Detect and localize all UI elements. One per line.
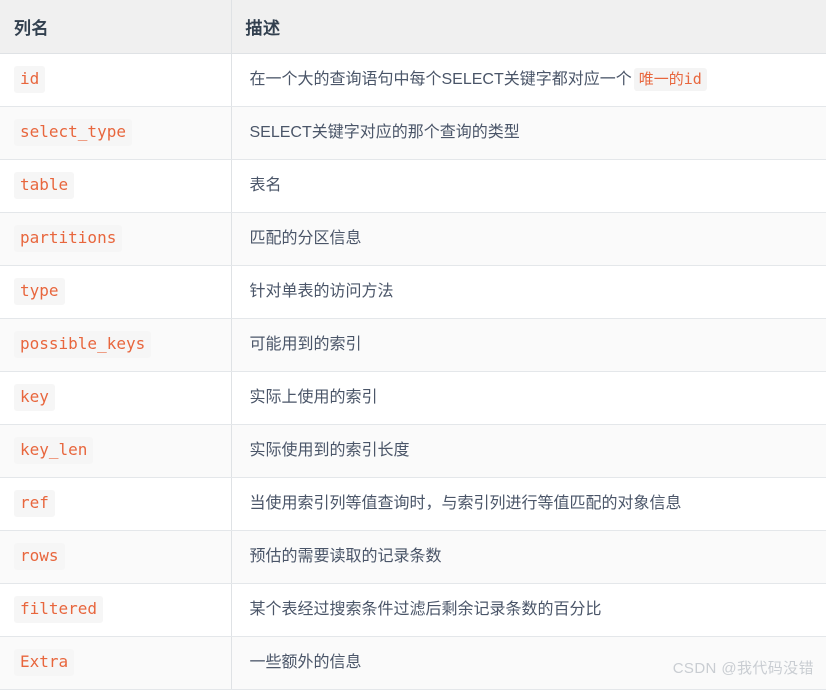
description-text: 表名 (250, 177, 282, 194)
cell-description: 当使用索引列等值查询时，与索引列进行等值匹配的对象信息 (231, 477, 826, 530)
cell-column-name: Extra (0, 636, 231, 689)
table-row: possible_keys 可能用到的索引 (0, 318, 826, 371)
cell-description: 一些额外的信息 (231, 636, 826, 689)
table-row: select_type SELECT关键字对应的那个查询的类型 (0, 106, 826, 159)
table-header: 列名 描述 (0, 0, 826, 53)
table-row: key_len 实际使用到的索引长度 (0, 424, 826, 477)
cell-column-name: type (0, 265, 231, 318)
table-header-row: 列名 描述 (0, 0, 826, 53)
description-text: 针对单表的访问方法 (250, 283, 394, 300)
column-name-code: table (14, 172, 74, 198)
cell-column-name: partitions (0, 212, 231, 265)
table-row: partitions 匹配的分区信息 (0, 212, 826, 265)
column-name-code: id (14, 66, 45, 92)
cell-column-name: table (0, 159, 231, 212)
table-row: type 针对单表的访问方法 (0, 265, 826, 318)
table-row: filtered 某个表经过搜索条件过滤后剩余记录条数的百分比 (0, 583, 826, 636)
column-name-code: Extra (14, 649, 74, 675)
column-name-code: possible_keys (14, 331, 151, 357)
cell-description: 在一个大的查询语句中每个SELECT关键字都对应一个唯一的id (231, 53, 826, 106)
description-text: 某个表经过搜索条件过滤后剩余记录条数的百分比 (250, 601, 602, 618)
cell-description: 实际上使用的索引 (231, 371, 826, 424)
column-name-code: key (14, 384, 55, 410)
description-text: 匹配的分区信息 (250, 230, 362, 247)
column-name-code: partitions (14, 225, 122, 251)
table-row: table 表名 (0, 159, 826, 212)
description-text: 可能用到的索引 (250, 336, 362, 353)
description-text: 当使用索引列等值查询时，与索引列进行等值匹配的对象信息 (250, 495, 682, 512)
column-name-code: filtered (14, 596, 103, 622)
cell-column-name: select_type (0, 106, 231, 159)
table-row: id 在一个大的查询语句中每个SELECT关键字都对应一个唯一的id (0, 53, 826, 106)
description-text: SELECT关键字对应的那个查询的类型 (250, 124, 520, 141)
table-body: id在一个大的查询语句中每个SELECT关键字都对应一个唯一的idselect_… (0, 53, 826, 689)
description-text: 预估的需要读取的记录条数 (250, 548, 442, 565)
cell-description: 针对单表的访问方法 (231, 265, 826, 318)
cell-column-name: possible_keys (0, 318, 231, 371)
cell-description: 表名 (231, 159, 826, 212)
cell-column-name: key_len (0, 424, 231, 477)
description-text: 一些额外的信息 (250, 654, 362, 671)
cell-column-name: id (0, 53, 231, 106)
description-text: 实际使用到的索引长度 (250, 442, 410, 459)
column-name-code: ref (14, 490, 55, 516)
cell-description: 预估的需要读取的记录条数 (231, 530, 826, 583)
explain-columns-table: 列名 描述 id在一个大的查询语句中每个SELECT关键字都对应一个唯一的ids… (0, 0, 826, 690)
cell-column-name: rows (0, 530, 231, 583)
cell-description: 实际使用到的索引长度 (231, 424, 826, 477)
column-name-code: key_len (14, 437, 93, 463)
table-row: rows 预估的需要读取的记录条数 (0, 530, 826, 583)
table-row: key 实际上使用的索引 (0, 371, 826, 424)
column-name-code: type (14, 278, 65, 304)
cell-description: 匹配的分区信息 (231, 212, 826, 265)
cell-description: SELECT关键字对应的那个查询的类型 (231, 106, 826, 159)
cell-column-name: filtered (0, 583, 231, 636)
table-row: Extra 一些额外的信息 (0, 636, 826, 689)
cell-column-name: key (0, 371, 231, 424)
description-inline-code: 唯一的id (634, 68, 707, 92)
column-header-name: 列名 (0, 0, 231, 53)
column-name-code: rows (14, 543, 65, 569)
description-text: 在一个大的查询语句中每个SELECT关键字都对应一个 (250, 71, 632, 88)
table-row: ref 当使用索引列等值查询时，与索引列进行等值匹配的对象信息 (0, 477, 826, 530)
cell-column-name: ref (0, 477, 231, 530)
column-header-description: 描述 (231, 0, 826, 53)
column-name-code: select_type (14, 119, 132, 145)
cell-description: 某个表经过搜索条件过滤后剩余记录条数的百分比 (231, 583, 826, 636)
cell-description: 可能用到的索引 (231, 318, 826, 371)
page-root: 列名 描述 id在一个大的查询语句中每个SELECT关键字都对应一个唯一的ids… (0, 0, 826, 692)
description-text: 实际上使用的索引 (250, 389, 378, 406)
